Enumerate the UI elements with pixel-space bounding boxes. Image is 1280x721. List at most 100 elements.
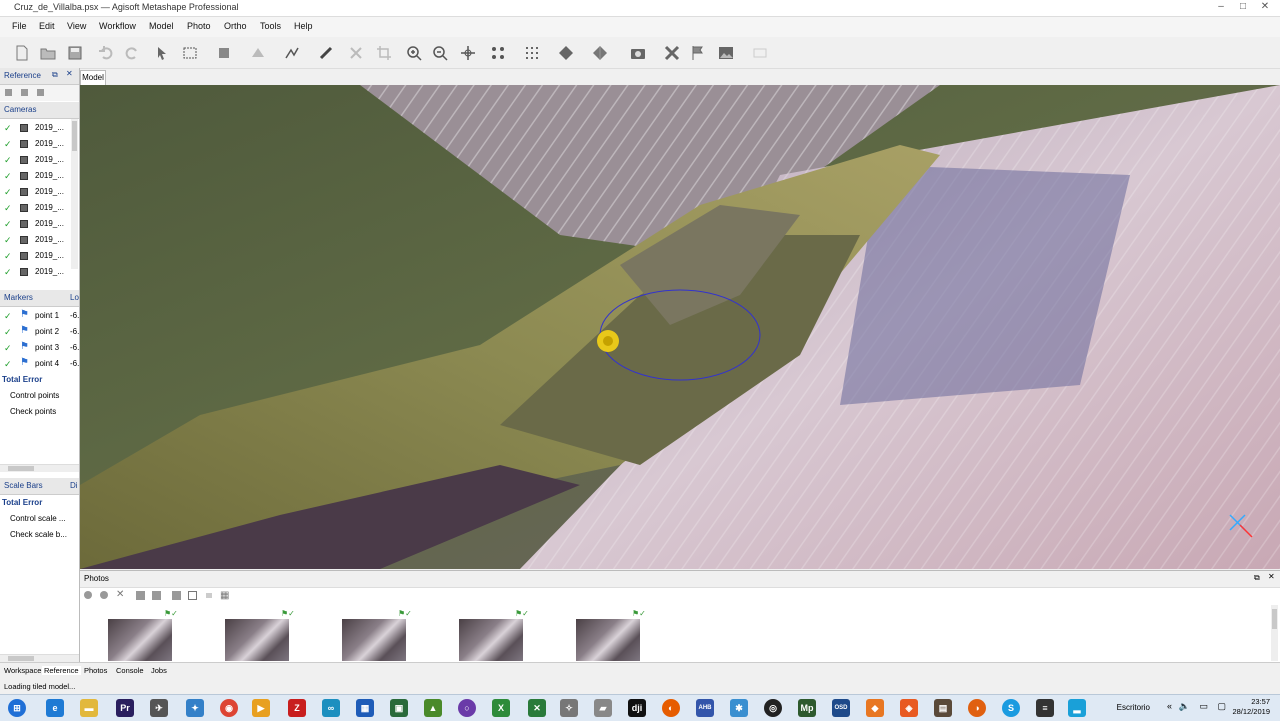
gps-app-icon[interactable]: ✈: [150, 699, 168, 717]
show-markers-icon[interactable]: [664, 45, 680, 61]
chrome-icon[interactable]: ◉: [220, 699, 238, 717]
dji-icon[interactable]: dji: [628, 699, 646, 717]
delete-icon[interactable]: [348, 45, 364, 61]
cameras-scrollbar[interactable]: [71, 119, 78, 269]
chart-app-icon[interactable]: ▲: [424, 699, 442, 717]
stripes-app-icon[interactable]: ≡: [1036, 699, 1054, 717]
camera-row[interactable]: ✓ 2019_...: [0, 152, 70, 168]
draw-polyline-icon[interactable]: [284, 45, 300, 61]
reset-filter-icon[interactable]: [188, 591, 197, 600]
menu-photo[interactable]: Photo: [187, 21, 211, 31]
checkmark-icon[interactable]: ✓: [4, 267, 14, 277]
photo-thumbnail[interactable]: ⚑✓: [459, 609, 529, 661]
scale-bars-hscrollbar[interactable]: [0, 654, 79, 662]
tray-chevron-icon[interactable]: «: [1167, 701, 1172, 711]
dense-cloud-icon[interactable]: [524, 45, 540, 61]
checkmark-icon[interactable]: ✓: [4, 343, 14, 353]
camera-row[interactable]: ✓ 2019_...: [0, 248, 70, 264]
menu-file[interactable]: File: [12, 21, 27, 31]
tablet-app-icon[interactable]: ▰: [594, 699, 612, 717]
maximize-button[interactable]: □: [1232, 0, 1254, 14]
checkmark-icon[interactable]: ✓: [4, 359, 14, 369]
zoom-in-icon[interactable]: [406, 45, 422, 61]
desktop-toolbar-label[interactable]: Escritorio: [1117, 703, 1150, 712]
tool-app-icon[interactable]: ✦: [186, 699, 204, 717]
camera-row[interactable]: ✓ 2019_...: [0, 264, 70, 280]
editor-app-icon[interactable]: ▣: [390, 699, 408, 717]
camera-row[interactable]: ✓ 2019_...: [0, 232, 70, 248]
x-app-icon[interactable]: ✕: [528, 699, 546, 717]
tab-workspace[interactable]: Workspace: [4, 666, 41, 675]
enable-camera-icon[interactable]: [84, 591, 92, 599]
tab-jobs[interactable]: Jobs: [151, 666, 167, 675]
rotate-right-icon[interactable]: [152, 591, 161, 600]
mp-app-icon[interactable]: Mp: [798, 699, 816, 717]
checkmark-icon[interactable]: ✓: [4, 235, 14, 245]
marker-row[interactable]: ✓ ⚑ point 2 -6.: [0, 324, 79, 340]
camera-row[interactable]: ✓ 2019_...: [0, 120, 70, 136]
disable-camera-icon[interactable]: [100, 591, 108, 599]
start-button-icon[interactable]: ⊞: [8, 699, 26, 717]
osd-app-icon[interactable]: OSD: [832, 699, 850, 717]
app-grid-icon[interactable]: ▦: [356, 699, 374, 717]
skype-icon[interactable]: S: [1002, 699, 1020, 717]
export-icon[interactable]: [20, 88, 29, 97]
point-cloud-icon[interactable]: [490, 45, 506, 61]
close-panel-icon[interactable]: ✕: [66, 69, 73, 78]
network-icon[interactable]: ▭: [1199, 701, 1208, 712]
photos-scrollbar[interactable]: [1271, 605, 1278, 661]
navigation-arrow-icon[interactable]: [154, 45, 170, 61]
rotate-left-icon[interactable]: [136, 591, 145, 600]
crop-icon[interactable]: [376, 45, 392, 61]
checkmark-icon[interactable]: ✓: [4, 171, 14, 181]
language-icon[interactable]: ▢: [1217, 701, 1226, 712]
menu-workflow[interactable]: Workflow: [99, 21, 136, 31]
small-thumbnails-icon[interactable]: [206, 593, 212, 598]
scale-bars-header[interactable]: Scale Bars Di: [0, 478, 79, 495]
camera-row[interactable]: ✓ 2019_...: [0, 136, 70, 152]
check-scale-row[interactable]: Check scale b...: [0, 527, 70, 543]
orange-app-icon[interactable]: ◆: [866, 699, 884, 717]
rectangle-select-icon[interactable]: [182, 45, 198, 61]
clock[interactable]: 23:57 28/12/2019: [1232, 697, 1270, 717]
import-icon[interactable]: [4, 88, 13, 97]
undock-icon[interactable]: ⧉: [52, 70, 58, 80]
tab-console[interactable]: Console: [116, 666, 144, 675]
region-icon[interactable]: [752, 45, 768, 61]
textured-model-icon[interactable]: [592, 45, 608, 61]
satellite-icon[interactable]: ✧: [560, 699, 578, 717]
firefox-icon[interactable]: ◐: [662, 699, 680, 717]
menu-help[interactable]: Help: [294, 21, 313, 31]
bluetooth-app-icon[interactable]: ✱: [730, 699, 748, 717]
mesh-icon[interactable]: [558, 45, 574, 61]
camera-icon[interactable]: [630, 45, 646, 61]
terminal-app-icon[interactable]: ▤: [934, 699, 952, 717]
move-object-icon[interactable]: [216, 45, 232, 61]
photo-thumbnail[interactable]: ⚑✓: [576, 609, 646, 661]
circle-app-icon[interactable]: ○: [458, 699, 476, 717]
marker-row[interactable]: ✓ ⚑ point 1 -6.: [0, 308, 79, 324]
close-button[interactable]: ✕: [1254, 0, 1276, 14]
sync-app-icon[interactable]: ∞: [322, 699, 340, 717]
reset-view-icon[interactable]: [460, 45, 476, 61]
firefox-2-icon[interactable]: ◑: [968, 699, 986, 717]
tab-photos[interactable]: Photos: [84, 666, 107, 675]
open-folder-icon[interactable]: [40, 45, 56, 61]
volume-icon[interactable]: 🔈: [1179, 701, 1190, 712]
checkmark-icon[interactable]: ✓: [4, 155, 14, 165]
internet-explorer-icon[interactable]: e: [46, 699, 64, 717]
camera-row[interactable]: ✓ 2019_...: [0, 168, 70, 184]
undo-icon[interactable]: [98, 45, 114, 61]
cameras-header[interactable]: Cameras: [0, 102, 79, 119]
redo-icon[interactable]: [124, 45, 140, 61]
zoom-out-icon[interactable]: [432, 45, 448, 61]
filter-by-marker-icon[interactable]: [172, 591, 181, 600]
camera-row[interactable]: ✓ 2019_...: [0, 184, 70, 200]
camera-row[interactable]: ✓ 2019_...: [0, 200, 70, 216]
markers-header[interactable]: Markers Lo: [0, 290, 79, 307]
new-file-icon[interactable]: [14, 45, 30, 61]
marker-row[interactable]: ✓ ⚑ point 3 -6.: [0, 340, 79, 356]
flag-icon[interactable]: [690, 45, 706, 61]
save-icon[interactable]: [67, 45, 83, 61]
capture-app-icon[interactable]: ◈: [900, 699, 918, 717]
